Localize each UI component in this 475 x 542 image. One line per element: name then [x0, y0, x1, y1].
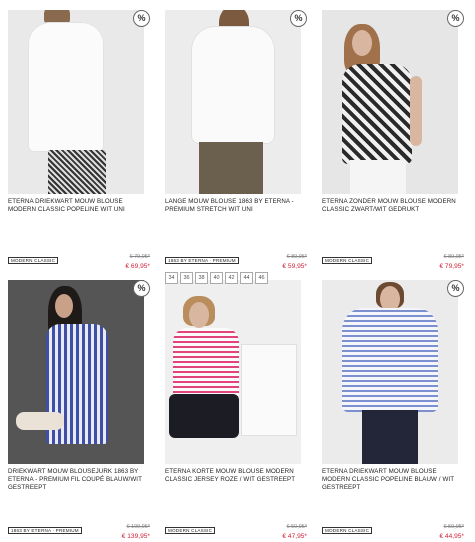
model-blouse: [191, 26, 275, 144]
collection-badge: MODERN CLASSIC: [165, 527, 216, 534]
collection-badge: MODERN CLASSIC: [8, 257, 59, 264]
product-title[interactable]: ETERNA DRIEKWART MOUW BLOUSE MODERN CLAS…: [8, 198, 144, 214]
sale-price: € 59,95*: [282, 263, 307, 270]
model-trousers: [48, 150, 106, 194]
original-price: € 89,95*: [443, 254, 465, 260]
size-option[interactable]: 46: [255, 272, 268, 284]
model-blouse: [342, 64, 412, 164]
sale-price: € 47,95*: [282, 533, 307, 540]
wishlist-icon[interactable]: %: [133, 280, 150, 297]
model-blouse: [342, 308, 438, 412]
wishlist-icon[interactable]: %: [447, 280, 464, 297]
size-option[interactable]: 38: [195, 272, 208, 284]
size-selector: 34 36 38 40 42 44 46: [165, 272, 268, 284]
collection-badge: MODERN CLASSIC: [322, 527, 373, 534]
model-blouse: [28, 22, 104, 152]
original-price: € 59,95*: [286, 524, 308, 530]
product-image[interactable]: [322, 280, 458, 464]
sale-price: € 139,95*: [121, 533, 150, 540]
collection-badge: 1863 BY ETERNA · PREMIUM: [8, 527, 82, 534]
wishlist-icon[interactable]: %: [447, 10, 464, 27]
original-price: € 79,95*: [129, 254, 151, 260]
size-option[interactable]: 34: [165, 272, 178, 284]
product-title[interactable]: ETERNA KORTE MOUW BLOUSE MODERN CLASSIC …: [165, 468, 301, 484]
collection-badge: MODERN CLASSIC: [322, 257, 373, 264]
product-title[interactable]: DRIEKWART MOUW BLOUSEJURK 1863 BY ETERNA…: [8, 468, 144, 492]
sale-price: € 69,95*: [125, 263, 150, 270]
size-option[interactable]: 40: [210, 272, 223, 284]
original-price: € 199,95*: [126, 524, 150, 530]
studio-box: [241, 344, 297, 436]
original-price: € 89,95*: [286, 254, 308, 260]
sale-price: € 44,95*: [439, 533, 464, 540]
model-trousers: [169, 394, 239, 438]
model-tshirt: [173, 328, 239, 398]
model-face: [55, 294, 73, 318]
model-face: [352, 30, 372, 56]
size-option[interactable]: 44: [240, 272, 253, 284]
size-option[interactable]: 42: [225, 272, 238, 284]
model-trousers: [199, 142, 263, 194]
model-legs: [16, 412, 64, 430]
wishlist-icon[interactable]: %: [290, 10, 307, 27]
model-face: [189, 302, 209, 328]
product-image[interactable]: [165, 10, 301, 194]
sale-price: € 79,95*: [439, 263, 464, 270]
model-arm: [410, 76, 422, 146]
original-price: € 59,95*: [443, 524, 465, 530]
product-title[interactable]: LANGE MOUW BLOUSE 1863 BY ETERNA - PREMI…: [165, 198, 301, 214]
model-skirt: [350, 160, 406, 194]
product-image[interactable]: [322, 10, 458, 194]
product-title[interactable]: ETERNA DRIEKWART MOUW BLOUSE MODERN CLAS…: [322, 468, 458, 492]
product-title[interactable]: ETERNA ZONDER MOUW BLOUSE MODERN CLASSIC…: [322, 198, 458, 214]
product-image[interactable]: [8, 10, 144, 194]
model-trousers: [362, 410, 418, 464]
collection-badge: 1863 BY ETERNA · PREMIUM: [165, 257, 239, 264]
size-option[interactable]: 36: [180, 272, 193, 284]
wishlist-icon[interactable]: %: [133, 10, 150, 27]
product-image[interactable]: [8, 280, 144, 464]
product-image[interactable]: [165, 280, 301, 464]
